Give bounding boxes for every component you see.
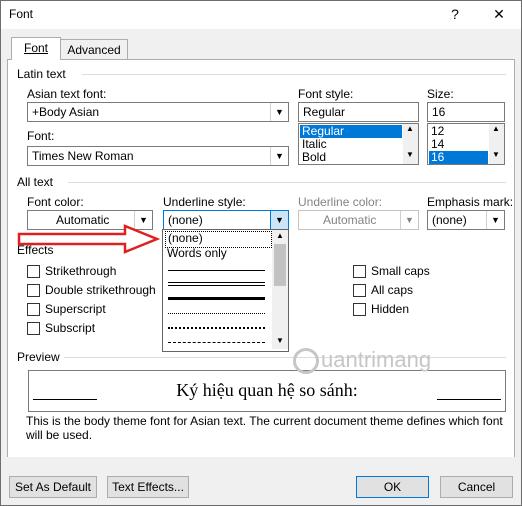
dropdown-scrollbar[interactable]: ▲ ▼ xyxy=(272,230,288,349)
list-item[interactable]: 16 xyxy=(429,151,488,164)
font-color-label: Font color: xyxy=(27,195,84,209)
asian-font-label: Asian text font: xyxy=(27,87,107,101)
hidden-checkbox[interactable] xyxy=(353,303,366,316)
button-bar: Set As Default Text Effects... OK Cancel xyxy=(1,457,521,505)
font-combo[interactable]: Times New Roman ▼ xyxy=(27,146,289,166)
underline-option-dashed[interactable] xyxy=(165,336,270,351)
chevron-up-icon[interactable]: ▲ xyxy=(276,231,284,240)
font-label: Font: xyxy=(27,129,55,143)
watermark-logo: uantrimang xyxy=(293,347,431,375)
tab-font[interactable]: Font xyxy=(11,37,61,60)
red-arrow-annotation xyxy=(17,224,161,254)
chevron-down-icon[interactable]: ▼ xyxy=(270,211,288,229)
strikethrough-label[interactable]: Strikethrough xyxy=(45,264,116,278)
preview-description: This is the body theme font for Asian te… xyxy=(26,414,503,442)
double-strikethrough-label[interactable]: Double strikethrough xyxy=(45,283,156,297)
emphasis-mark-value: (none) xyxy=(432,213,467,227)
chevron-down-icon: ▼ xyxy=(400,211,418,229)
underline-option-dotted[interactable] xyxy=(165,306,270,321)
scrollbar[interactable]: ▲ ▼ xyxy=(403,124,418,164)
underline-option-thick[interactable] xyxy=(165,291,270,306)
underline-option-double[interactable] xyxy=(165,277,270,292)
chevron-down-icon[interactable]: ▼ xyxy=(270,103,288,121)
font-style-list[interactable]: Regular Italic Bold ▲ ▼ xyxy=(298,123,419,165)
underline-style-combo[interactable]: (none) ▼ xyxy=(163,210,289,230)
subscript-checkbox[interactable] xyxy=(27,322,40,335)
small-caps-label[interactable]: Small caps xyxy=(371,264,430,278)
chevron-up-icon[interactable]: ▲ xyxy=(492,124,500,133)
font-style-input[interactable]: Regular xyxy=(298,102,419,122)
group-latin-text: Latin text xyxy=(17,67,66,81)
chevron-down-icon[interactable]: ▼ xyxy=(276,336,284,345)
chevron-down-icon[interactable]: ▼ xyxy=(270,147,288,165)
underline-style-value: (none) xyxy=(168,213,203,227)
close-button[interactable]: ✕ xyxy=(477,1,521,29)
title-bar: Font ? ✕ xyxy=(1,1,521,29)
group-all-text: All text xyxy=(17,175,54,189)
cancel-button[interactable]: Cancel xyxy=(440,476,513,498)
size-input[interactable]: 16 xyxy=(427,102,505,122)
chevron-down-icon[interactable]: ▼ xyxy=(492,150,500,159)
group-preview: Preview xyxy=(17,350,60,364)
font-dialog: Font ? ✕ Font Advanced Latin text Asian … xyxy=(0,0,522,506)
superscript-label[interactable]: Superscript xyxy=(45,302,106,316)
underline-color-label: Underline color: xyxy=(298,195,383,209)
font-style-value: Regular xyxy=(303,105,346,119)
chevron-down-icon[interactable]: ▼ xyxy=(486,211,504,229)
divider xyxy=(64,357,506,358)
font-style-label: Font style: xyxy=(298,87,354,101)
asian-font-combo[interactable]: +Body Asian ▼ xyxy=(27,102,289,122)
double-strikethrough-checkbox[interactable] xyxy=(27,284,40,297)
subscript-label[interactable]: Subscript xyxy=(45,321,95,335)
underline-style-dropdown[interactable]: (none) Words only ▲ ▼ xyxy=(162,229,289,352)
list-item[interactable]: Bold xyxy=(300,151,326,164)
emphasis-mark-combo[interactable]: (none) ▼ xyxy=(427,210,505,230)
underline-color-value: Automatic xyxy=(323,213,377,227)
text-effects-button[interactable]: Text Effects... xyxy=(107,476,189,498)
scroll-thumb[interactable] xyxy=(274,244,286,286)
hidden-label[interactable]: Hidden xyxy=(371,302,409,316)
asian-font-value: +Body Asian xyxy=(32,105,100,119)
underline-option-heavy-dotted[interactable] xyxy=(165,321,270,336)
all-caps-checkbox[interactable] xyxy=(353,284,366,297)
emphasis-mark-label: Emphasis mark: xyxy=(427,195,514,209)
chevron-up-icon[interactable]: ▲ xyxy=(406,124,414,133)
font-value: Times New Roman xyxy=(32,149,134,163)
divider xyxy=(82,74,506,75)
preview-text: Ký hiệu quan hệ so sánh: xyxy=(176,380,358,400)
all-caps-label[interactable]: All caps xyxy=(371,283,413,297)
scrollbar[interactable]: ▲ ▼ xyxy=(489,124,504,164)
underline-color-combo: Automatic ▼ xyxy=(298,210,419,230)
underline-option-single[interactable] xyxy=(165,262,270,277)
size-value: 16 xyxy=(432,105,446,119)
small-caps-checkbox[interactable] xyxy=(353,265,366,278)
superscript-checkbox[interactable] xyxy=(27,303,40,316)
preview-box: Ký hiệu quan hệ so sánh: xyxy=(28,370,506,412)
ok-button[interactable]: OK xyxy=(356,476,429,498)
underline-style-label: Underline style: xyxy=(163,195,246,209)
help-button[interactable]: ? xyxy=(433,1,477,29)
underline-option-words-only[interactable]: Words only xyxy=(165,246,270,261)
strikethrough-checkbox[interactable] xyxy=(27,265,40,278)
divider xyxy=(68,182,506,183)
tab-advanced[interactable]: Advanced xyxy=(60,39,128,60)
chevron-down-icon[interactable]: ▼ xyxy=(406,150,414,159)
size-label: Size: xyxy=(427,87,454,101)
window-title: Font xyxy=(9,7,34,21)
size-list[interactable]: 12 14 16 ▲ ▼ xyxy=(427,123,505,165)
set-as-default-button[interactable]: Set As Default xyxy=(9,476,97,498)
